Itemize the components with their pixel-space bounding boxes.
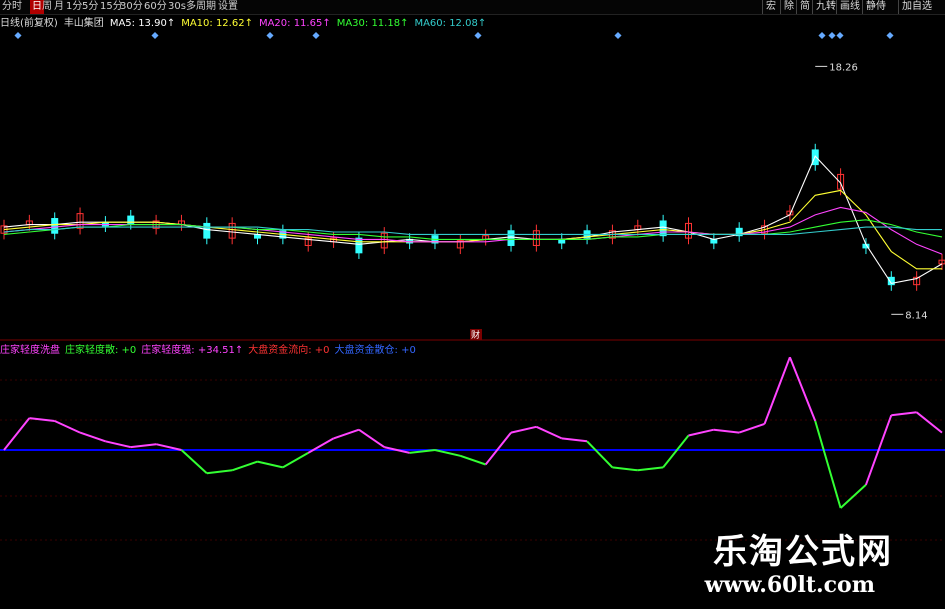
oscillator-segment — [738, 422, 765, 434]
signal-dot — [614, 31, 622, 40]
signal-dot — [886, 31, 894, 40]
signal-dot — [14, 31, 22, 40]
oscillator-segment — [916, 411, 943, 434]
oscillator-segment — [54, 420, 81, 434]
oscillator-segment — [839, 484, 867, 509]
oscillator-segment — [130, 443, 157, 449]
oscillator-segment — [3, 417, 31, 451]
oscillator-segment — [231, 460, 258, 472]
oscillator-segment — [688, 428, 715, 437]
watermark-url: www.60lt.com — [704, 572, 875, 598]
candle-body — [355, 237, 363, 254]
oscillator-segment — [612, 466, 638, 472]
price-chart: 18.26 8.14 财 — [0, 31, 945, 541]
oscillator-segment — [814, 420, 842, 509]
ma-line-ma20 — [3, 206, 943, 255]
oscillator-segment — [561, 437, 588, 443]
oscillator-segment — [459, 454, 487, 466]
event-marker: 财 — [471, 329, 480, 341]
oscillator-segment — [29, 417, 55, 422]
oscillator-segment — [788, 356, 817, 422]
signal-dot — [312, 31, 320, 40]
oscillator-segment — [206, 469, 233, 475]
candle-body — [507, 230, 515, 246]
watermark-title: 乐淘公式网 — [713, 532, 893, 572]
oscillator-segment — [713, 428, 740, 434]
oscillator-segment — [333, 428, 360, 440]
signal-dot — [828, 31, 836, 40]
oscillator-segment — [637, 466, 664, 472]
signal-dot — [818, 31, 826, 40]
oscillator-segment — [662, 434, 690, 469]
oscillator-segment — [484, 431, 512, 466]
oscillator-segment — [586, 440, 614, 469]
high-label: 18.26 — [829, 62, 858, 73]
oscillator-segment — [358, 428, 385, 448]
low-label: 8.14 — [905, 310, 927, 321]
oscillator-segment — [763, 356, 791, 425]
candle-body — [659, 220, 667, 237]
oscillator-segment — [105, 440, 131, 449]
signal-dot — [151, 31, 159, 40]
signal-dot — [266, 31, 274, 40]
oscillator-segment — [257, 460, 284, 469]
oscillator-segment — [180, 449, 208, 474]
oscillator-segment — [282, 452, 309, 469]
oscillator-segment — [535, 425, 563, 440]
ma-line-ma5 — [3, 155, 943, 285]
signal-dot — [474, 31, 482, 40]
candle-body — [203, 222, 211, 239]
oscillator-segment — [510, 425, 537, 434]
oscillator-segment — [891, 411, 917, 417]
signal-dot — [836, 31, 844, 40]
ma-line-ma60 — [3, 226, 942, 235]
candle-body — [51, 218, 59, 234]
oscillator-segment — [79, 431, 106, 443]
